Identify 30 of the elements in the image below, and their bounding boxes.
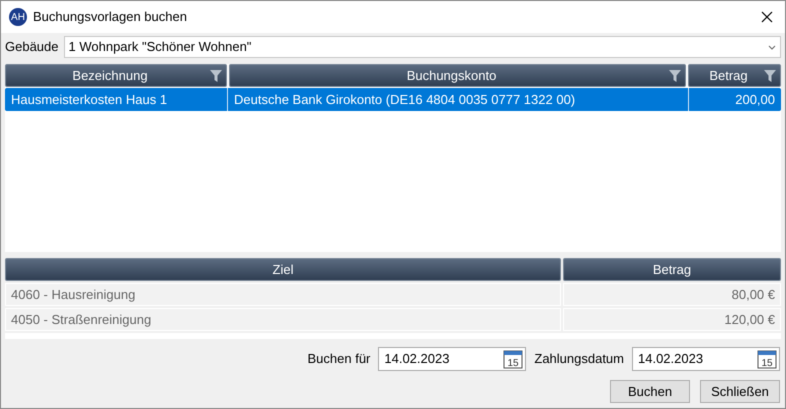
filter-icon[interactable]: [764, 70, 776, 82]
table-row[interactable]: Hausmeisterkosten Haus 1 Deutsche Bank Girokonto (DE16 4804 0035 0777 1322 00) 200,00: [5, 88, 781, 111]
calendar-icon[interactable]: 15: [757, 349, 777, 369]
table-cell: 80,00 €: [563, 283, 781, 306]
field-label: Zahlungsdatum: [534, 350, 624, 368]
window-title: Buchungsvorlagen buchen: [33, 8, 187, 26]
date-field[interactable]: 14.02.2023 15: [632, 347, 780, 371]
column-header[interactable]: Buchungskonto: [229, 64, 686, 87]
calendar-icon[interactable]: 15: [503, 349, 524, 369]
date-field[interactable]: 14.02.2023 15: [378, 347, 526, 371]
building-dropdown[interactable]: 1 Wohnpark "Schöner Wohnen": [64, 36, 781, 58]
dialog-button[interactable]: Schließen: [700, 380, 780, 403]
table-cell: 200,00: [688, 88, 781, 111]
table-cell: 120,00 €: [563, 308, 781, 331]
column-header[interactable]: Ziel: [5, 258, 561, 281]
column-header[interactable]: Betrag: [563, 258, 781, 281]
table-cell: 4060 - Hausreinigung: [5, 283, 561, 306]
dialog-button[interactable]: Buchen: [610, 380, 690, 403]
column-header[interactable]: Bezeichnung: [5, 64, 227, 87]
field-label: Buchen für: [308, 350, 370, 368]
field-label: Gebäude: [5, 38, 58, 56]
close-icon[interactable]: [761, 11, 773, 23]
filter-icon[interactable]: [669, 70, 681, 82]
table-cell: 4050 - Straßenreinigung: [5, 308, 561, 331]
table-cell-text: Hausmeisterkosten Haus 1: [10, 90, 168, 109]
chevron-down-icon: [768, 44, 776, 50]
filter-icon[interactable]: [210, 70, 222, 82]
column-header[interactable]: Betrag: [688, 64, 781, 87]
app-logo: AH: [9, 8, 27, 26]
table-cell: Deutsche Bank Girokonto (DE16 4804 0035 0777 1322 00): [227, 88, 688, 111]
